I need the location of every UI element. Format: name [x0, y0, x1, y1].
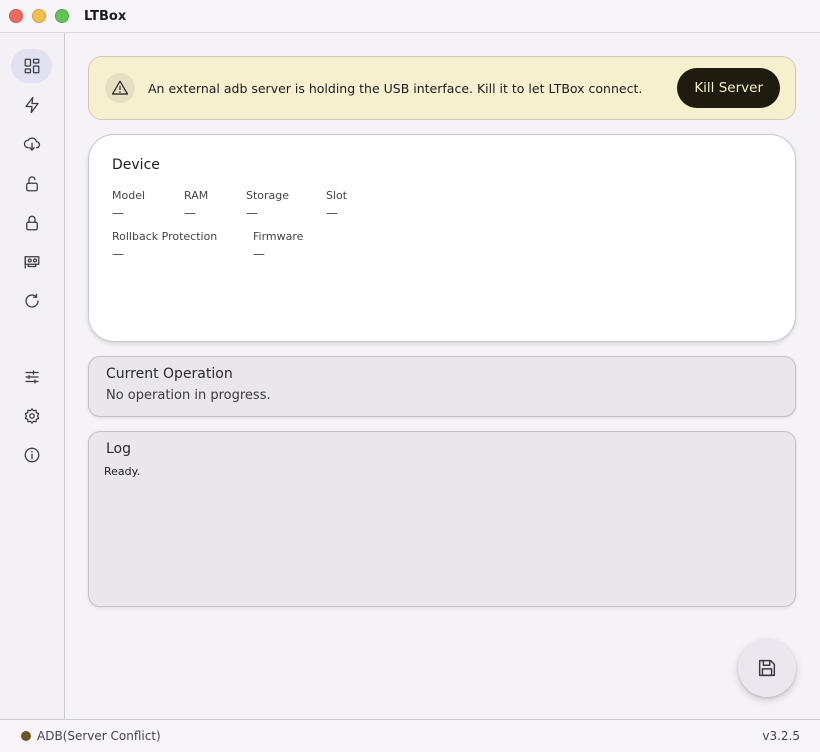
- field-firmware-label: Firmware: [253, 230, 304, 243]
- field-ram-value: —: [184, 206, 196, 220]
- sidebar: [0, 33, 65, 719]
- field-ram: RAM —: [184, 189, 208, 220]
- nav-reboot[interactable]: [11, 284, 52, 318]
- adb-status-text: ADB(Server Conflict): [37, 729, 161, 743]
- field-storage: Storage —: [246, 189, 289, 220]
- device-card: Device Model — RAM — Storage — Slot — Ro…: [88, 134, 796, 342]
- banner-message: An external adb server is holding the US…: [148, 80, 643, 96]
- field-slot: Slot —: [326, 189, 347, 220]
- info-icon: [24, 447, 39, 463]
- app-version: v3.2.5: [762, 729, 800, 743]
- adb-conflict-banner: An external adb server is holding the US…: [88, 56, 796, 120]
- field-rollback-protection: Rollback Protection —: [112, 230, 217, 261]
- nav-tune[interactable]: [11, 360, 52, 394]
- window-controls: [9, 9, 69, 23]
- field-model: Model —: [112, 189, 145, 220]
- lock-icon: [25, 215, 38, 231]
- status-bar: ADB(Server Conflict) v3.2.5: [0, 719, 820, 752]
- tune-icon: [24, 370, 39, 384]
- title-bar: LTBox: [0, 0, 820, 33]
- close-window-button[interactable]: [9, 9, 23, 23]
- field-slot-value: —: [326, 206, 338, 220]
- dashboard-icon: [24, 58, 39, 74]
- current-operation-status: No operation in progress.: [106, 388, 271, 403]
- zoom-window-button[interactable]: [55, 9, 69, 23]
- field-rollback-label: Rollback Protection: [112, 230, 218, 243]
- log-output: Ready.: [104, 465, 141, 478]
- field-firmware: Firmware —: [253, 230, 303, 261]
- nav-dashboard[interactable]: [11, 49, 52, 83]
- nav-partitions[interactable]: [11, 245, 52, 279]
- field-rollback-value: —: [112, 247, 124, 261]
- main-content: An external adb server is holding the US…: [65, 33, 820, 719]
- warning-badge: [105, 73, 135, 103]
- nav-about[interactable]: [11, 438, 52, 472]
- cloud-download-icon: [23, 137, 40, 151]
- log-panel[interactable]: Log Ready.: [88, 431, 796, 607]
- nav-flash[interactable]: [11, 88, 52, 122]
- field-ram-label: RAM: [184, 189, 209, 202]
- current-operation-title: Current Operation: [106, 366, 233, 382]
- field-storage-value: —: [246, 206, 258, 220]
- kill-server-button[interactable]: Kill Server: [677, 68, 780, 108]
- app-title: LTBox: [84, 8, 127, 24]
- nav-unlock[interactable]: [11, 167, 52, 201]
- warning-icon: [111, 80, 129, 95]
- minimize-window-button[interactable]: [32, 9, 46, 23]
- field-storage-label: Storage: [246, 189, 290, 202]
- log-title: Log: [106, 441, 132, 457]
- field-model-value: —: [112, 206, 124, 220]
- device-card-title: Device: [112, 157, 160, 173]
- field-slot-label: Slot: [326, 189, 348, 202]
- save-icon: [758, 659, 776, 677]
- nav-lock[interactable]: [11, 206, 52, 240]
- nav-download[interactable]: [11, 127, 52, 161]
- adb-status-indicator: [21, 731, 31, 741]
- current-operation-card: Current Operation No operation in progre…: [88, 356, 796, 417]
- memory-card-icon: [24, 256, 39, 269]
- gear-icon: [24, 408, 39, 424]
- unlock-icon: [25, 176, 38, 192]
- lightning-icon: [24, 96, 39, 114]
- save-log-button[interactable]: [738, 639, 796, 697]
- nav-settings[interactable]: [11, 399, 52, 433]
- field-firmware-value: —: [253, 247, 265, 261]
- field-model-label: Model: [112, 189, 146, 202]
- refresh-icon: [24, 293, 39, 308]
